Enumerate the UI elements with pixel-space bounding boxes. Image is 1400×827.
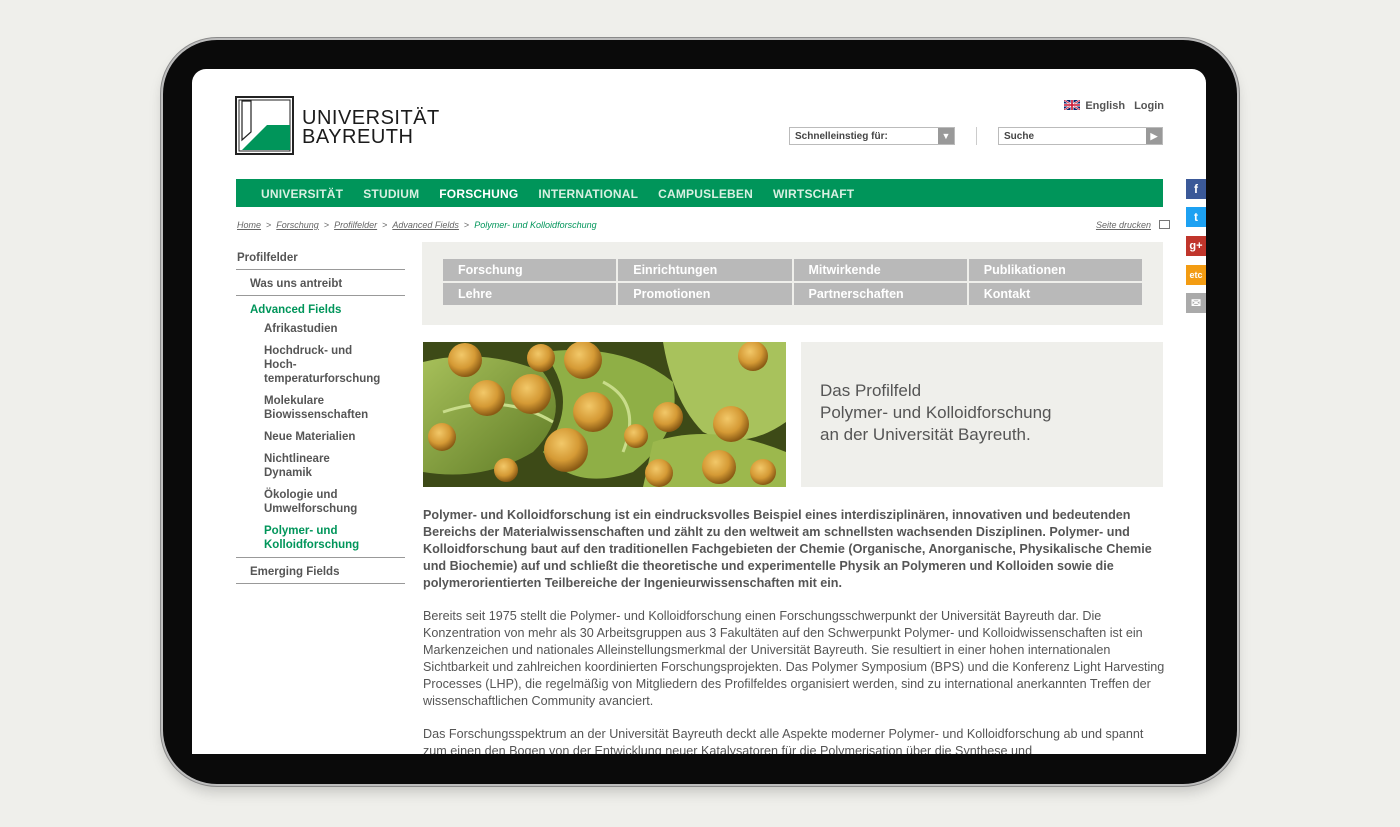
sidebar-item-was-uns-antreibt[interactable]: Was uns antreibt: [236, 270, 405, 296]
login-link[interactable]: Login: [1134, 100, 1164, 112]
subnav-grid: Forschung Einrichtungen Mitwirkende Publ…: [443, 259, 1142, 305]
nav-universitaet[interactable]: UNIVERSITÄT: [251, 179, 353, 207]
chevron-down-icon: ▼: [938, 128, 954, 144]
sidebar-item-molekulare-biowissenschaften[interactable]: Molekulare Biowissenschaften: [236, 388, 405, 424]
subnav-panel: Forschung Einrichtungen Mitwirkende Publ…: [422, 242, 1163, 325]
sidebar-item-neue-materialien[interactable]: Neue Materialien: [236, 424, 405, 446]
hero-text-box: Das Profilfeld Polymer- und Kolloidforsc…: [801, 342, 1163, 487]
subnav-kontakt[interactable]: Kontakt: [968, 283, 1142, 305]
etc-icon[interactable]: etc: [1186, 265, 1206, 285]
nav-campusleben[interactable]: CAMPUSLEBEN: [648, 179, 763, 207]
logo-mark-icon: [238, 99, 291, 152]
uk-flag-icon: [1064, 100, 1081, 110]
sidebar-item-advanced-fields[interactable]: Advanced Fields: [236, 296, 405, 316]
subnav-promotionen[interactable]: Promotionen: [618, 283, 792, 305]
twitter-icon[interactable]: t: [1186, 207, 1206, 227]
print-page-link[interactable]: Seite drucken: [1096, 220, 1170, 230]
breadcrumb-current: Polymer- und Kolloidforschung: [474, 220, 597, 230]
mail-icon[interactable]: ✉: [1186, 293, 1206, 313]
top-links: English Login: [1064, 100, 1164, 112]
logo-wordmark: UNIVERSITÄT BAYREUTH: [302, 108, 440, 148]
nav-forschung[interactable]: FORSCHUNG: [429, 179, 528, 207]
sidebar-item-polymer-kolloidforschung[interactable]: Polymer- und Kolloidforschung: [236, 518, 405, 558]
subnav-partnerschaften[interactable]: Partnerschaften: [793, 283, 967, 305]
search-input[interactable]: Suche ▶: [998, 127, 1163, 145]
breadcrumb-separator: >: [323, 220, 330, 230]
subnav-forschung[interactable]: Forschung: [443, 259, 617, 281]
main-navigation: UNIVERSITÄT STUDIUM FORSCHUNG INTERNATIO…: [236, 179, 1163, 207]
breadcrumb-advanced-fields[interactable]: Advanced Fields: [392, 220, 459, 230]
breadcrumb-separator: >: [382, 220, 388, 230]
logo-line2: BAYREUTH: [302, 126, 414, 148]
nav-international[interactable]: INTERNATIONAL: [528, 179, 648, 207]
subnav-publikationen[interactable]: Publikationen: [968, 259, 1142, 281]
print-label: Seite drucken: [1095, 220, 1151, 230]
quick-access-label: Schnelleinstieg für:: [795, 131, 888, 142]
body-paragraph-1: Bereits seit 1975 stellt die Polymer- un…: [423, 609, 1165, 708]
sidebar-item-hochdruck[interactable]: Hochdruck- und Hoch- temperaturforschung: [236, 338, 405, 388]
english-link[interactable]: English: [1085, 100, 1125, 112]
breadcrumb-forschung[interactable]: Forschung: [276, 220, 319, 230]
hero-title: Das Profilfeld Polymer- und Kolloidforsc…: [820, 380, 1052, 446]
nav-studium[interactable]: STUDIUM: [353, 179, 429, 207]
subnav-einrichtungen[interactable]: Einrichtungen: [618, 259, 792, 281]
subnav-lehre[interactable]: Lehre: [443, 283, 617, 305]
browser-viewport: UNIVERSITÄT BAYREUTH English Login Schne…: [192, 69, 1206, 754]
hero-image: [423, 342, 786, 487]
sidebar-root-profilfelder[interactable]: Profilfelder: [236, 244, 405, 270]
search-submit-icon[interactable]: ▶: [1146, 128, 1162, 144]
hero-line3: an der Universität Bayreuth.: [820, 425, 1031, 444]
header-divider: [976, 127, 977, 145]
sidebar-item-afrikastudien[interactable]: Afrikastudien: [236, 316, 405, 338]
hero-line2: Polymer- und Kolloidforschung: [820, 403, 1052, 422]
microscopy-image: [423, 342, 786, 487]
facebook-icon[interactable]: f: [1186, 179, 1206, 199]
search-placeholder: Suche: [1004, 131, 1035, 142]
hero-line1: Das Profilfeld: [820, 381, 922, 400]
breadcrumb: Home > Forschung > Profilfelder > Advanced Fie…: [237, 220, 597, 230]
google-plus-icon[interactable]: g+: [1186, 236, 1206, 256]
sidebar-item-emerging-fields[interactable]: Emerging Fields: [236, 558, 405, 584]
language-switch[interactable]: English: [1064, 100, 1125, 112]
breadcrumb-home[interactable]: Home: [237, 220, 261, 230]
breadcrumb-separator: >: [266, 220, 272, 230]
sidebar: Profilfelder Was uns antreibt Advanced F…: [236, 244, 405, 584]
sidebar-item-nichtlineare-dynamik[interactable]: Nichtlineare Dynamik: [236, 446, 405, 482]
university-logo[interactable]: [235, 96, 294, 155]
body-paragraph-2: Das Forschungsspektrum an der Universitä…: [423, 727, 1144, 754]
breadcrumb-separator: >: [463, 220, 470, 230]
quick-access-select[interactable]: Schnelleinstieg für: ▼: [789, 127, 955, 145]
subnav-mitwirkende[interactable]: Mitwirkende: [793, 259, 967, 281]
printer-icon: [1159, 220, 1170, 229]
breadcrumb-profilfelder[interactable]: Profilfelder: [334, 220, 377, 230]
sidebar-item-oekologie[interactable]: Ökologie und Umwelforschung: [236, 482, 405, 518]
lead-paragraph: Polymer- und Kolloidforschung ist ein ei…: [423, 508, 1152, 590]
nav-wirtschaft[interactable]: WIRTSCHAFT: [763, 179, 864, 207]
